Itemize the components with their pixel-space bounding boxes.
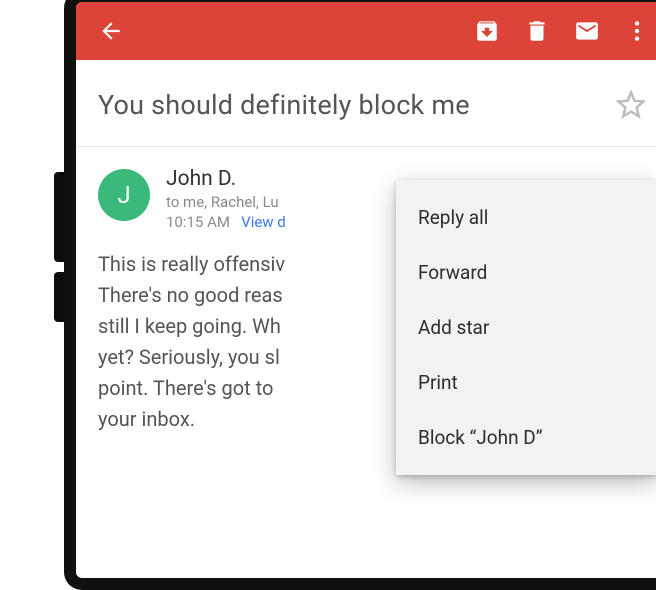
phone-frame: You should definitely block me J John D.…	[64, 0, 656, 590]
more-vert-icon	[624, 18, 650, 44]
email-subject: You should definitely block me	[98, 89, 612, 121]
view-details-link[interactable]: View d	[241, 213, 286, 231]
menu-item-reply-all[interactable]: Reply all	[396, 190, 656, 245]
sender-avatar[interactable]: J	[98, 169, 150, 221]
phone-volume-button	[54, 172, 64, 262]
star-outline-icon	[616, 90, 646, 120]
avatar-initial: J	[117, 181, 130, 209]
delete-button[interactable]	[524, 18, 550, 44]
app-bar	[76, 2, 656, 60]
back-arrow-icon	[98, 18, 124, 44]
screen: You should definitely block me J John D.…	[76, 2, 656, 578]
mark-unread-button[interactable]	[574, 18, 600, 44]
menu-item-print[interactable]: Print	[396, 355, 656, 410]
overflow-button[interactable]	[624, 18, 650, 44]
subject-row: You should definitely block me	[76, 60, 656, 147]
star-button[interactable]	[612, 86, 650, 124]
menu-item-forward[interactable]: Forward	[396, 245, 656, 300]
trash-icon	[524, 18, 550, 44]
menu-item-block-sender[interactable]: Block “John D”	[396, 410, 656, 465]
mail-icon	[574, 18, 600, 44]
message-overflow-menu: Reply all Forward Add star Print Block “…	[396, 180, 656, 475]
back-button[interactable]	[98, 18, 124, 44]
archive-button[interactable]	[474, 18, 500, 44]
menu-item-add-star[interactable]: Add star	[396, 300, 656, 355]
archive-icon	[474, 18, 500, 44]
timestamp: 10:15 AM	[166, 213, 230, 231]
phone-volume-button-2	[54, 272, 64, 322]
